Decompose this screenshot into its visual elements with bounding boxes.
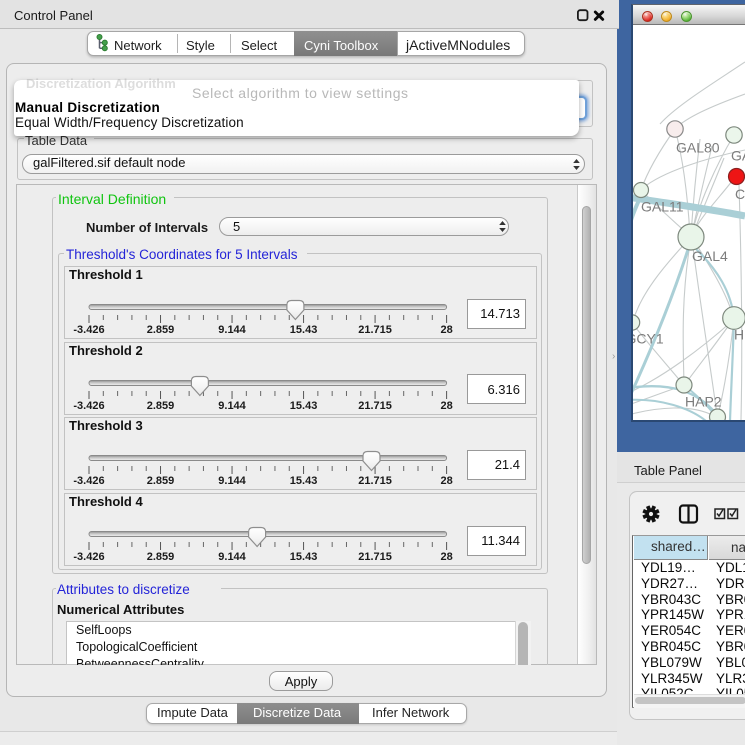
svg-text:2.859: 2.859 bbox=[147, 400, 175, 412]
svg-text:-3.426: -3.426 bbox=[73, 551, 104, 563]
svg-text:28: 28 bbox=[440, 475, 452, 487]
svg-text:9.144: 9.144 bbox=[218, 551, 246, 563]
svg-text:GAL4: GAL4 bbox=[692, 248, 728, 264]
svg-text:28: 28 bbox=[440, 551, 452, 563]
svg-text:9.144: 9.144 bbox=[218, 475, 246, 487]
svg-text:HI: HI bbox=[734, 327, 745, 343]
svg-text:15.43: 15.43 bbox=[290, 324, 318, 336]
svg-text:21.715: 21.715 bbox=[358, 400, 392, 412]
svg-text:-3.426: -3.426 bbox=[73, 400, 104, 412]
svg-text:28: 28 bbox=[440, 400, 452, 412]
svg-text:2.859: 2.859 bbox=[147, 324, 175, 336]
svg-text:9.144: 9.144 bbox=[218, 324, 246, 336]
svg-text:GA: GA bbox=[731, 148, 745, 164]
svg-text:2.859: 2.859 bbox=[147, 551, 175, 563]
svg-text:21.715: 21.715 bbox=[358, 551, 392, 563]
svg-text:15.43: 15.43 bbox=[290, 400, 318, 412]
svg-text:-3.426: -3.426 bbox=[73, 324, 104, 336]
svg-text:21.715: 21.715 bbox=[358, 324, 392, 336]
svg-text:15.43: 15.43 bbox=[290, 551, 318, 563]
svg-text:28: 28 bbox=[440, 324, 452, 336]
svg-text:HAP2: HAP2 bbox=[685, 394, 722, 410]
svg-text:C: C bbox=[735, 186, 745, 202]
svg-text:9.144: 9.144 bbox=[218, 400, 246, 412]
svg-text:15.43: 15.43 bbox=[290, 475, 318, 487]
svg-text:GAL11: GAL11 bbox=[641, 199, 684, 215]
svg-text:21.715: 21.715 bbox=[358, 475, 392, 487]
svg-text:GAL80: GAL80 bbox=[676, 140, 720, 156]
svg-text:GCY1: GCY1 bbox=[633, 331, 664, 347]
svg-text:2.859: 2.859 bbox=[147, 475, 175, 487]
svg-text:-3.426: -3.426 bbox=[73, 475, 104, 487]
